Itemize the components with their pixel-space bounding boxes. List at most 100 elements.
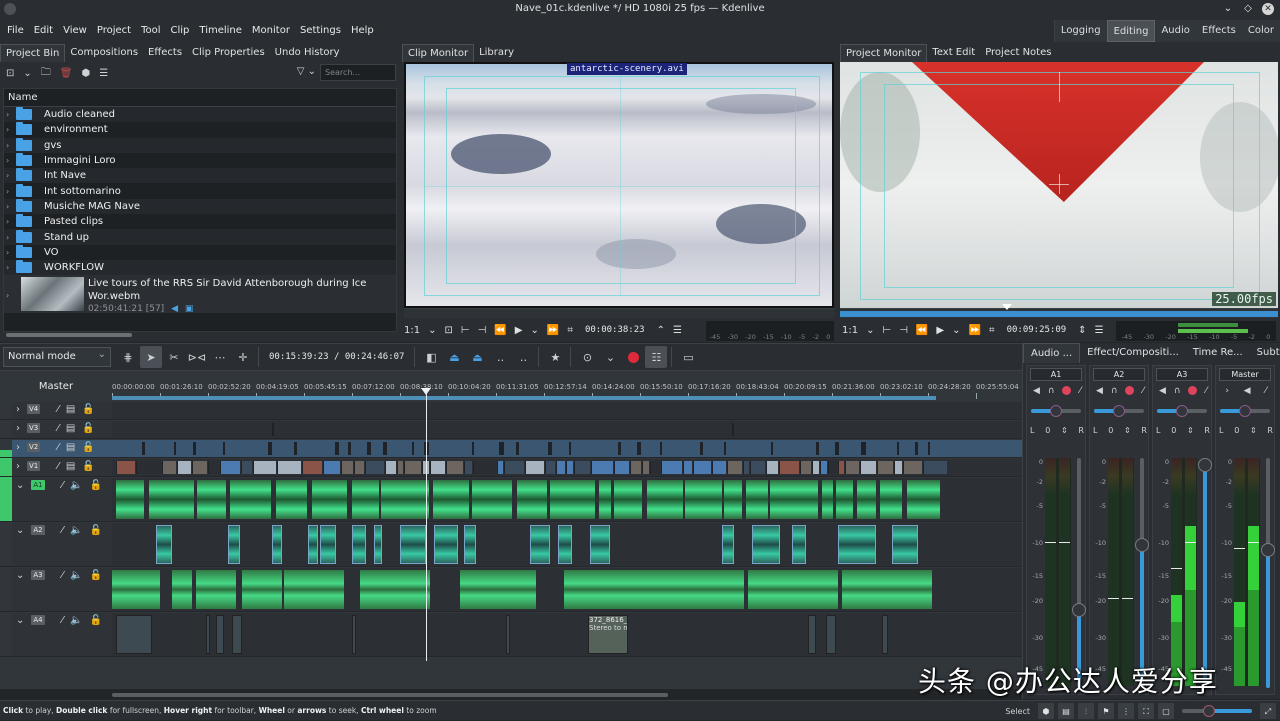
- clip-monitor-ruler[interactable]: [404, 308, 834, 318]
- track-name[interactable]: V4: [27, 404, 41, 414]
- bin-folder-item[interactable]: › Stand up: [4, 229, 396, 245]
- timeline-clip[interactable]: [822, 480, 833, 519]
- timeline-clip[interactable]: [516, 442, 519, 455]
- track-lane[interactable]: [112, 421, 1022, 438]
- track-header[interactable]: › V4 ⁄ ▤ 🔓: [12, 402, 112, 419]
- tab-subtitles[interactable]: Subtitles: [1250, 343, 1280, 363]
- menu-project[interactable]: Project: [92, 20, 136, 42]
- timeline-clip[interactable]: [504, 461, 524, 474]
- timeline-clip[interactable]: [517, 480, 547, 519]
- timeline-clip[interactable]: [877, 461, 893, 474]
- collapse-arrow-icon[interactable]: ⌄: [16, 480, 24, 491]
- track-lane[interactable]: [112, 478, 1022, 521]
- pan-slider[interactable]: [1220, 405, 1270, 417]
- timeline-clip[interactable]: [112, 570, 160, 609]
- timeline-clip[interactable]: [412, 442, 414, 455]
- zoom-select[interactable]: 1:1: [404, 325, 420, 336]
- timeline-clip[interactable]: [566, 461, 573, 474]
- effects-wand-icon[interactable]: ⁄: [57, 461, 59, 472]
- timeline-clip[interactable]: [894, 461, 902, 474]
- timeline-clip[interactable]: [323, 461, 340, 474]
- close-icon[interactable]: ✕: [1262, 3, 1274, 15]
- expand-arrow-icon[interactable]: ›: [4, 263, 14, 272]
- expand-arrow-icon[interactable]: ›: [16, 423, 20, 434]
- chevron-down-icon[interactable]: ⌄: [428, 325, 436, 336]
- insert-icon[interactable]: ⏏: [443, 346, 465, 368]
- layout-color[interactable]: Color: [1242, 20, 1280, 42]
- timeline-clip[interactable]: [312, 480, 347, 519]
- effects-wand-icon[interactable]: ⁄: [1142, 386, 1144, 396]
- timeline-clip[interactable]: [599, 480, 611, 519]
- forward-icon[interactable]: ⏩: [547, 325, 559, 336]
- tab-effect-composition[interactable]: Effect/Compositi...: [1080, 343, 1186, 363]
- timeline-clip[interactable]: [770, 480, 818, 519]
- bin-folder-item[interactable]: › gvs: [4, 137, 396, 153]
- timeline-clip[interactable]: [779, 461, 799, 474]
- timeline-clip[interactable]: [374, 525, 382, 564]
- menu-file[interactable]: File: [2, 20, 29, 42]
- timeline-clip[interactable]: [116, 615, 152, 654]
- set-in-point-icon[interactable]: ⊢: [882, 325, 891, 336]
- timeline-clip[interactable]: [548, 442, 552, 455]
- tab-undo-history[interactable]: Undo History: [270, 44, 345, 62]
- timeline-clip[interactable]: [320, 525, 336, 564]
- timeline-clip[interactable]: [272, 525, 282, 564]
- timeline-clip[interactable]: [845, 461, 859, 474]
- tab-clip-properties[interactable]: Clip Properties: [187, 44, 270, 62]
- timeline-clip[interactable]: [383, 442, 387, 455]
- lock-icon[interactable]: 🔓: [90, 615, 102, 626]
- pan-slider[interactable]: [1031, 405, 1081, 417]
- clip-monitor-view[interactable]: antarctic-scenery.avi: [404, 62, 834, 308]
- expand-arrow-icon[interactable]: ›: [1225, 386, 1229, 396]
- timeline-clip[interactable]: [724, 442, 726, 455]
- timeline-clip[interactable]: [174, 442, 176, 455]
- bin-horizontal-scrollbar[interactable]: [6, 333, 132, 337]
- timeline-clip[interactable]: [284, 570, 344, 609]
- tab-time-remap[interactable]: Time Re...: [1186, 343, 1250, 363]
- tab-library[interactable]: Library: [474, 44, 519, 62]
- expand-arrow-icon[interactable]: ›: [4, 125, 14, 134]
- selection-tool-icon[interactable]: ➤: [140, 346, 162, 368]
- menu-view[interactable]: View: [58, 20, 92, 42]
- bin-folder-item[interactable]: › Pasted clips: [4, 214, 396, 229]
- track-name[interactable]: V3: [27, 423, 41, 433]
- play-icon[interactable]: ▶: [936, 325, 944, 336]
- tab-compositions[interactable]: Compositions: [65, 44, 143, 62]
- timeline-clip[interactable]: [472, 480, 512, 519]
- timeline-clip[interactable]: [642, 461, 649, 474]
- timeline-clip[interactable]: [193, 442, 196, 455]
- play-icon[interactable]: ▶: [515, 325, 523, 336]
- timeline-clip[interactable]: [228, 525, 240, 564]
- bin-folder-item[interactable]: › environment: [4, 122, 396, 137]
- timeline-clip[interactable]: [341, 461, 353, 474]
- lock-icon[interactable]: 🔓: [90, 525, 102, 536]
- timeline-clip[interactable]: [365, 461, 384, 474]
- record-icon[interactable]: [1188, 386, 1198, 395]
- mute-audio-icon[interactable]: 🔈: [70, 480, 82, 491]
- timeline-clip[interactable]: [116, 461, 135, 474]
- mute-icon[interactable]: ◀: [1244, 386, 1251, 396]
- timeline-clip[interactable]: [348, 442, 351, 455]
- expand-arrow-icon[interactable]: ›: [4, 156, 14, 165]
- timeline-clip[interactable]: [230, 480, 271, 519]
- timeline-zoom-slider[interactable]: [1182, 705, 1252, 717]
- timeline-clip[interactable]: [838, 525, 876, 564]
- menu-timeline[interactable]: Timeline: [194, 20, 247, 42]
- chevron-down-icon[interactable]: ⌄: [23, 68, 31, 79]
- solo-headphones-icon[interactable]: ∩: [1111, 386, 1118, 396]
- timeline-zone-bar[interactable]: [112, 396, 936, 400]
- timeline-clip[interactable]: 372_8616_CStereo to m: [588, 615, 628, 654]
- clip-timecode[interactable]: 00:00:38:23: [581, 325, 649, 335]
- timeline-clip[interactable]: [446, 461, 463, 474]
- timeline-clip[interactable]: [162, 461, 176, 474]
- timeline-clip[interactable]: [746, 480, 768, 519]
- timeline-clip[interactable]: [618, 442, 621, 455]
- spin-icon[interactable]: ⇕: [1250, 426, 1257, 435]
- balance-value[interactable]: 0: [1045, 426, 1050, 435]
- timeline-clip[interactable]: [835, 442, 839, 455]
- bin-folder-item[interactable]: › Audio cleaned: [4, 107, 396, 123]
- delete-icon[interactable]: 🗑: [60, 68, 73, 79]
- timeline-clip[interactable]: [460, 570, 536, 609]
- effects-wand-icon[interactable]: ⁄: [57, 442, 59, 453]
- project-monitor-view[interactable]: 25.00fps: [840, 62, 1278, 308]
